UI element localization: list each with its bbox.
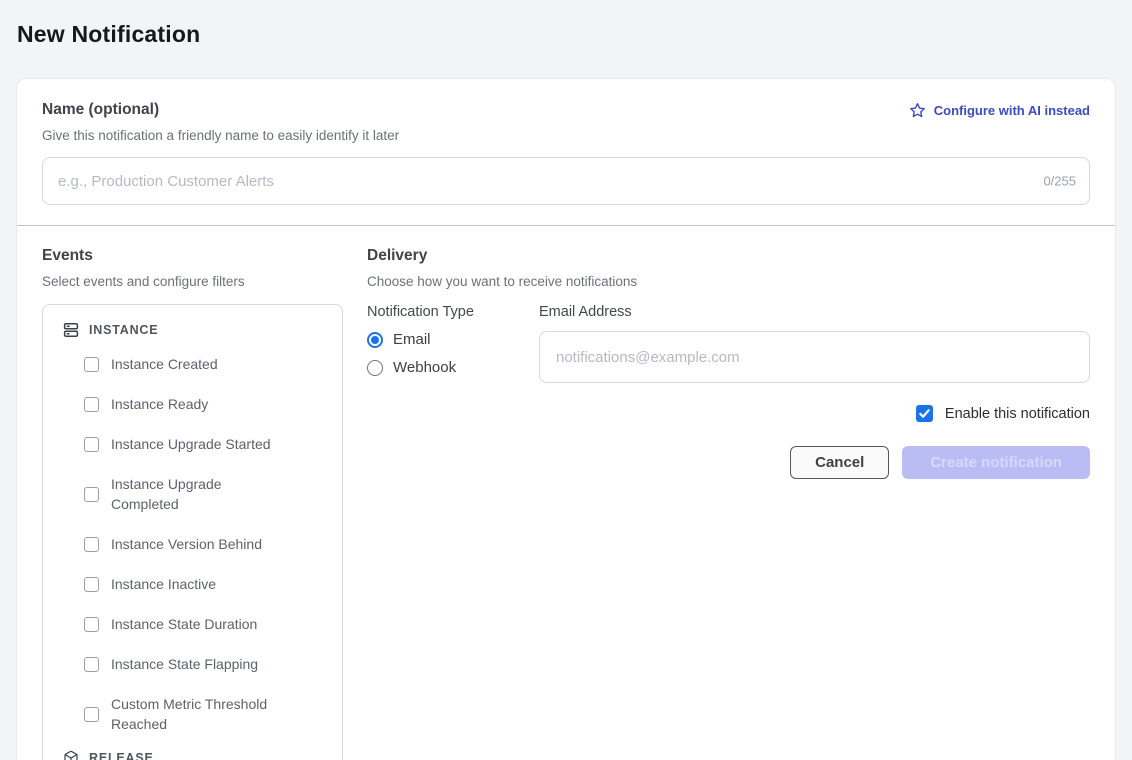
cancel-button[interactable]: Cancel [790,446,889,479]
create-notification-button[interactable]: Create notification [902,446,1090,479]
event-item-label: Instance Upgrade Started [111,434,271,454]
radio-option-email[interactable]: Email [367,331,515,348]
event-group-label: INSTANCE [89,323,158,337]
configure-ai-link[interactable]: Configure with AI instead [909,102,1090,119]
event-item-label: Instance State Duration [111,614,257,634]
enable-label: Enable this notification [945,406,1090,422]
event-item[interactable]: Instance State Duration [43,604,342,644]
package-icon [63,750,79,760]
name-input-wrap: 0/255 [42,157,1090,205]
event-item[interactable]: Instance Upgrade Started [43,424,342,464]
event-item[interactable]: Instance State Flapping [43,644,342,684]
events-section: Events Select events and configure filte… [42,247,343,760]
star-icon [909,102,926,119]
name-helper: Give this notification a friendly name t… [42,128,1090,143]
event-group-header-instance: INSTANCE [43,316,342,344]
delivery-subtitle: Choose how you want to receive notificat… [367,274,1090,289]
event-item-label: Instance Created [111,354,218,374]
event-checkbox[interactable] [84,617,99,632]
delivery-title: Delivery [367,247,1090,265]
event-item[interactable]: Instance Version Behind [43,524,342,564]
event-item-label: Custom Metric Threshold Reached [111,694,289,734]
email-input[interactable] [539,331,1090,383]
name-label: Name (optional) [42,101,159,119]
radio-option-webhook[interactable]: Webhook [367,359,515,376]
event-item[interactable]: Instance Inactive [43,564,342,604]
events-title: Events [42,247,343,265]
enable-notification-row: Enable this notification [367,405,1090,422]
name-input[interactable] [42,157,1090,205]
event-item-label: Instance Version Behind [111,534,262,554]
event-checkbox[interactable] [84,437,99,452]
radio-webhook-label: Webhook [393,359,456,376]
event-checkbox[interactable] [84,577,99,592]
event-group-label: RELEASE [89,751,154,760]
event-checkbox[interactable] [84,397,99,412]
event-item-label: Instance Inactive [111,574,216,594]
radio-email-label: Email [393,331,431,348]
event-item-label: Instance Ready [111,394,208,414]
events-list[interactable]: INSTANCE Instance Created Instance Ready In… [42,304,343,760]
event-item[interactable]: Instance Ready [43,384,342,424]
event-item-label: Instance State Flapping [111,654,258,674]
event-checkbox[interactable] [84,707,99,722]
event-checkbox[interactable] [84,657,99,672]
notification-type-label: Notification Type [367,304,515,320]
event-group-header-release: RELEASE [43,744,342,760]
new-notification-card: Name (optional) Configure with AI instea… [16,78,1116,760]
enable-checkbox[interactable] [916,405,933,422]
check-icon [919,408,930,419]
radio-selected-icon [367,332,383,348]
form-actions: Cancel Create notification [367,446,1090,479]
events-subtitle: Select events and configure filters [42,274,343,289]
event-checkbox[interactable] [84,487,99,502]
email-address-label: Email Address [539,304,1090,320]
event-checkbox[interactable] [84,357,99,372]
char-counter: 0/255 [1043,174,1076,189]
name-section: Name (optional) Configure with AI instea… [17,79,1115,205]
server-icon [63,322,79,338]
event-item-label: Instance Upgrade Completed [111,474,289,514]
event-item[interactable]: Custom Metric Threshold Reached [43,684,342,744]
event-item[interactable]: Instance Created [43,344,342,384]
delivery-section: Delivery Choose how you want to receive … [367,247,1090,760]
event-checkbox[interactable] [84,537,99,552]
event-item[interactable]: Instance Upgrade Completed [43,464,342,524]
configure-ai-label: Configure with AI instead [934,103,1090,118]
radio-unselected-icon [367,360,383,376]
page-title: New Notification [17,21,200,48]
